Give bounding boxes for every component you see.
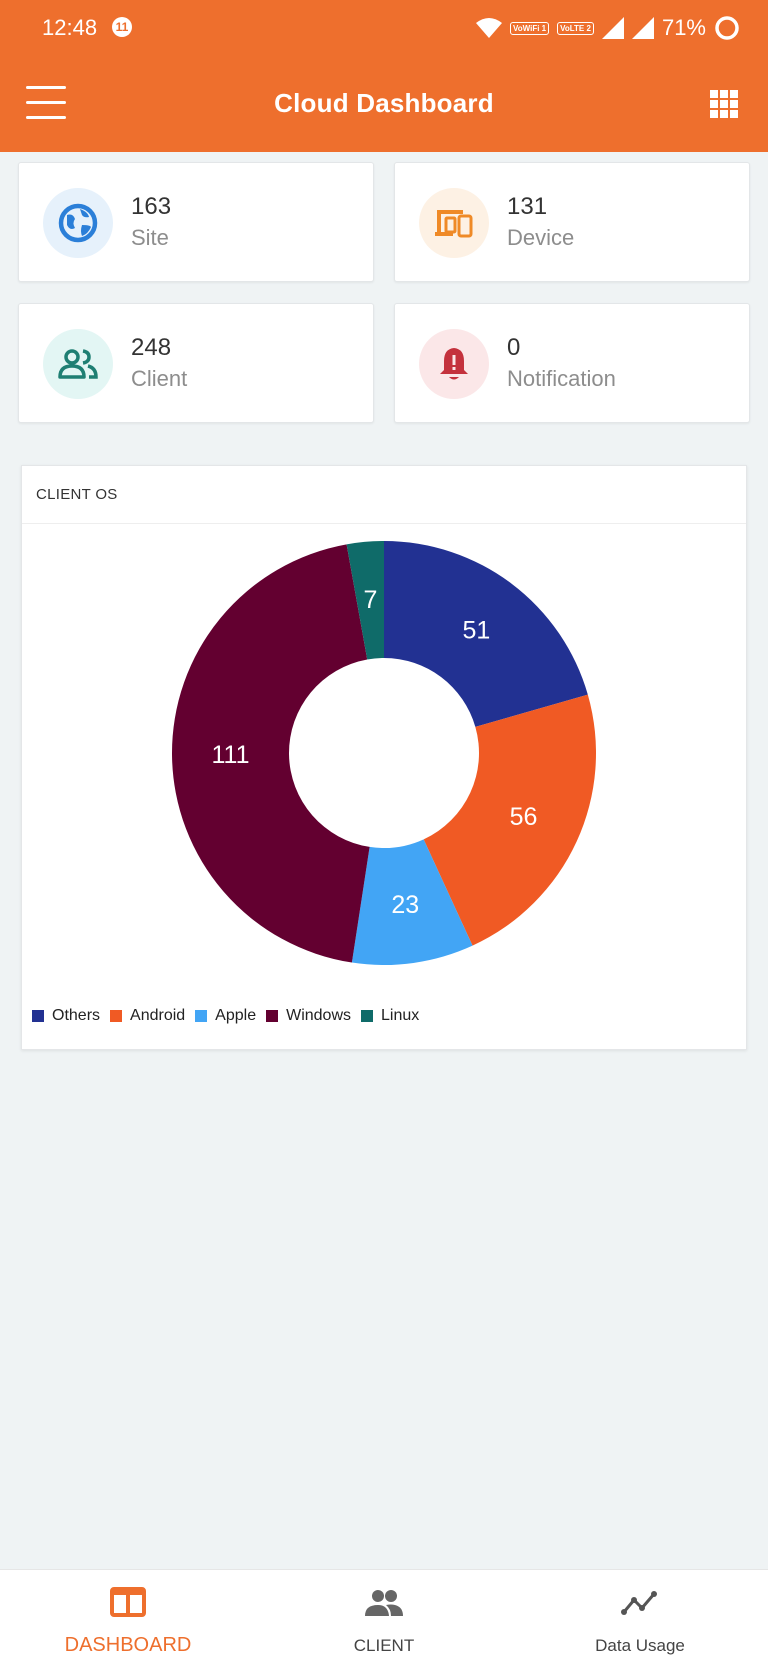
notification-count-badge: 11 <box>112 17 132 37</box>
battery-ring-icon <box>715 16 739 40</box>
volte-badge: VoLTE 2 <box>557 21 594 35</box>
users-icon <box>43 329 113 399</box>
status-icons: VoWiFi 1 VoLTE 2 71% <box>476 12 740 44</box>
legend-label: Android <box>130 1007 186 1024</box>
site-card[interactable]: 163 Site <box>18 162 374 282</box>
status-bar: 12:48 11 VoWiFi 1 VoLTE 2 71% <box>0 0 768 56</box>
device-card[interactable]: 131 Device <box>394 162 750 282</box>
signal-2-icon <box>631 17 654 39</box>
vowifi-badge: VoWiFi 1 <box>510 21 550 35</box>
page-title: Cloud Dashboard <box>274 88 494 118</box>
legend-label: Others <box>52 1007 101 1024</box>
nav-data-usage[interactable]: Data Usage <box>512 1570 768 1664</box>
client-label: Client <box>131 366 188 391</box>
legend-item-android[interactable]: Android <box>110 1007 185 1025</box>
apps-grid-icon[interactable] <box>710 90 738 118</box>
signal-1-icon <box>601 17 624 39</box>
legend-label: Linux <box>381 1007 420 1024</box>
data-usage-icon <box>621 1591 657 1615</box>
legend-item-linux[interactable]: Linux <box>361 1007 419 1025</box>
devices-icon <box>419 188 489 258</box>
legend-swatch <box>110 1010 123 1022</box>
legend-label: Apple <box>215 1007 257 1024</box>
device-count: 131 <box>507 193 548 220</box>
bell-alert-icon <box>419 329 489 399</box>
donut-label-others: 51 <box>463 616 491 644</box>
client-icon <box>365 1590 403 1616</box>
notification-count: 0 <box>507 334 521 361</box>
donut-label-android: 56 <box>510 803 538 831</box>
legend-item-apple[interactable]: Apple <box>195 1007 256 1025</box>
dashboard-icon <box>110 1587 146 1617</box>
chart-legend: Others Android Apple Windows Linux <box>32 1007 429 1025</box>
client-os-title: CLIENT OS <box>22 466 746 524</box>
device-label: Device <box>507 225 575 250</box>
battery-percent: 71% <box>661 15 706 40</box>
globe-icon <box>43 188 113 258</box>
nav-client-label: CLIENT <box>353 1636 415 1655</box>
client-count: 248 <box>131 334 172 361</box>
legend-swatch <box>195 1010 208 1022</box>
donut-label-windows: 111 <box>212 741 250 769</box>
site-count: 163 <box>131 193 172 220</box>
legend-swatch <box>361 1010 373 1022</box>
client-card[interactable]: 248 Client <box>18 303 374 423</box>
nav-dashboard[interactable]: DASHBOARD <box>0 1570 256 1664</box>
donut-label-apple: 23 <box>391 891 419 919</box>
wifi-icon <box>476 18 502 38</box>
donut-label-linux: 7 <box>363 586 377 614</box>
notification-label: Notification <box>507 366 616 391</box>
legend-swatch <box>266 1010 279 1022</box>
status-time: 12:48 <box>42 15 98 40</box>
legend-swatch <box>32 1010 44 1022</box>
legend-item-windows[interactable]: Windows <box>266 1007 351 1025</box>
app-bar: Cloud Dashboard <box>0 56 768 152</box>
client-os-card: CLIENT OS 51 56 23 111 7 Others Android Apple W… <box>21 465 747 1050</box>
legend-label: Windows <box>286 1007 351 1024</box>
nav-data-usage-label: Data Usage <box>595 1636 685 1655</box>
notification-card[interactable]: 0 Notification <box>394 303 750 423</box>
nav-client[interactable]: CLIENT <box>256 1570 512 1664</box>
nav-dashboard-label: DASHBOARD <box>64 1634 192 1656</box>
donut-slice-windows[interactable] <box>171 544 370 963</box>
legend-item-others[interactable]: Others <box>32 1007 100 1025</box>
bottom-nav: DASHBOARD CLIENT Data Usage <box>0 1569 768 1664</box>
site-label: Site <box>131 225 169 250</box>
client-os-donut-chart: 51 56 23 111 7 <box>171 541 597 965</box>
